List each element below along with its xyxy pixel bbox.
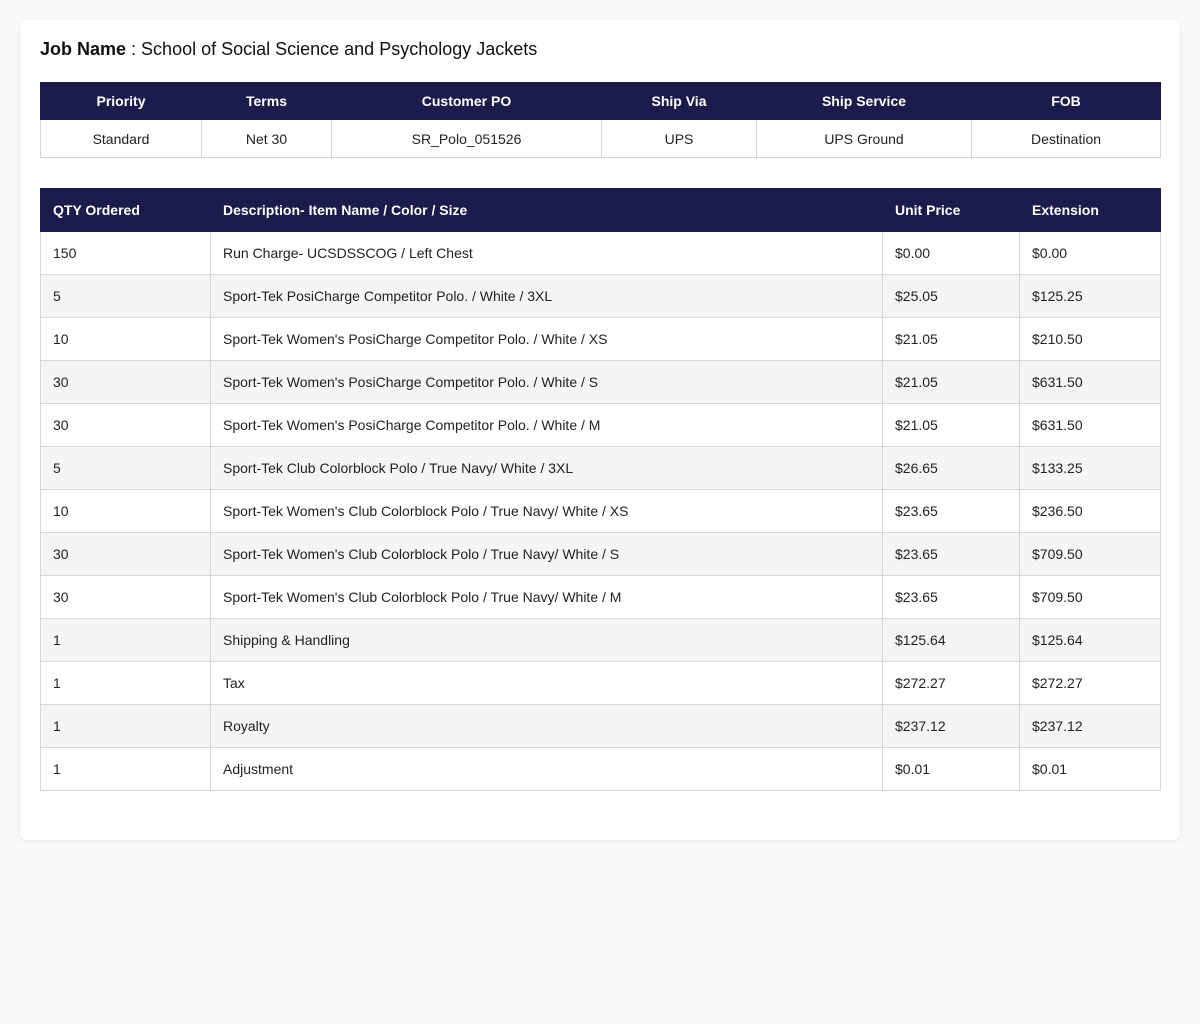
item-unit-price: $0.01 [882,747,1020,791]
item-description: Run Charge- UCSDSSCOG / Left Chest [210,231,883,275]
item-description: Sport-Tek Women's Club Colorblock Polo /… [210,575,883,619]
item-description: Sport-Tek Women's Club Colorblock Polo /… [210,489,883,533]
item-unit-price: $21.05 [882,317,1020,361]
item-extension: $709.50 [1019,575,1161,619]
meta-header-row: Priority Terms Customer PO Ship Via Ship… [40,82,1161,120]
item-unit-price: $25.05 [882,274,1020,318]
item-description: Sport-Tek Women's PosiCharge Competitor … [210,360,883,404]
meta-header-terms: Terms [201,82,332,120]
table-row: 30 Sport-Tek Women's PosiCharge Competito… [40,360,1161,404]
item-unit-price: $23.65 [882,575,1020,619]
items-header-extension: Extension [1019,188,1161,232]
job-name-value: School of Social Science and Psychology … [141,39,538,59]
item-unit-price: $0.00 [882,231,1020,275]
item-description: Royalty [210,704,883,748]
table-row: 30 Sport-Tek Women's PosiCharge Competito… [40,403,1161,447]
item-extension: $272.27 [1019,661,1161,705]
item-description: Sport-Tek Women's PosiCharge Competitor … [210,403,883,447]
item-extension: $210.50 [1019,317,1161,361]
item-extension: $631.50 [1019,360,1161,404]
table-row: 1 Royalty $237.12 $237.12 [40,704,1161,748]
item-unit-price: $21.05 [882,403,1020,447]
item-qty: 1 [40,747,211,791]
table-row: 30 Sport-Tek Women's Club Colorblock Polo… [40,532,1161,576]
order-meta-table: Priority Terms Customer PO Ship Via Ship… [40,82,1161,158]
meta-value-priority: Standard [40,119,202,158]
meta-header-ship-service: Ship Service [756,82,972,120]
item-qty: 30 [40,532,211,576]
item-unit-price: $23.65 [882,532,1020,576]
item-unit-price: $272.27 [882,661,1020,705]
table-row: 1 Shipping & Handling $125.64 $125.64 [40,618,1161,662]
item-extension: $237.12 [1019,704,1161,748]
meta-value-ship-service: UPS Ground [756,119,972,158]
item-qty: 30 [40,360,211,404]
order-card: Job Name : School of Social Science and … [20,20,1180,840]
table-row: 150 Run Charge- UCSDSSCOG / Left Chest $0.… [40,231,1161,275]
item-unit-price: $237.12 [882,704,1020,748]
item-qty: 1 [40,704,211,748]
job-name-label: Job Name [40,39,127,59]
item-unit-price: $125.64 [882,618,1020,662]
table-row: 5 Sport-Tek PosiCharge Competitor Polo. /… [40,274,1161,318]
item-qty: 1 [40,618,211,662]
table-row: 1 Tax $272.27 $272.27 [40,661,1161,705]
table-row: 1 Adjustment $0.01 $0.01 [40,747,1161,791]
item-unit-price: $26.65 [882,446,1020,490]
item-unit-price: $23.65 [882,489,1020,533]
table-row: 30 Sport-Tek Women's Club Colorblock Polo… [40,575,1161,619]
items-header-description: Description- Item Name / Color / Size [210,188,883,232]
items-body: 150 Run Charge- UCSDSSCOG / Left Chest $0.… [40,231,1161,791]
item-description: Sport-Tek Women's Club Colorblock Polo /… [210,532,883,576]
item-extension: $133.25 [1019,446,1161,490]
item-extension: $125.64 [1019,618,1161,662]
item-description: Sport-Tek Women's PosiCharge Competitor … [210,317,883,361]
item-description: Tax [210,661,883,705]
item-unit-price: $21.05 [882,360,1020,404]
item-qty: 5 [40,274,211,318]
meta-value-fob: Destination [971,119,1161,158]
meta-header-ship-via: Ship Via [601,82,757,120]
job-name-line: Job Name : School of Social Science and … [40,38,537,60]
job-name-separator: : [126,39,142,59]
item-description: Shipping & Handling [210,618,883,662]
item-qty: 5 [40,446,211,490]
item-qty: 150 [40,231,211,275]
table-row: 5 Sport-Tek Club Colorblock Polo / True N… [40,446,1161,490]
item-description: Sport-Tek Club Colorblock Polo / True Na… [210,446,883,490]
item-extension: $0.01 [1019,747,1161,791]
item-description: Adjustment [210,747,883,791]
meta-header-fob: FOB [971,82,1161,120]
meta-header-customer-po: Customer PO [331,82,602,120]
item-qty: 10 [40,489,211,533]
item-extension: $125.25 [1019,274,1161,318]
item-qty: 10 [40,317,211,361]
table-row: 10 Sport-Tek Women's Club Colorblock Polo… [40,489,1161,533]
items-header-row: QTY Ordered Description- Item Name / Col… [40,188,1161,232]
item-extension: $709.50 [1019,532,1161,576]
item-description: Sport-Tek PosiCharge Competitor Polo. / … [210,274,883,318]
item-qty: 30 [40,403,211,447]
meta-header-priority: Priority [40,82,202,120]
item-qty: 1 [40,661,211,705]
meta-value-customer-po: SR_Polo_051526 [331,119,602,158]
item-qty: 30 [40,575,211,619]
line-items-table: QTY Ordered Description- Item Name / Col… [40,188,1161,791]
table-row: 10 Sport-Tek Women's PosiCharge Competito… [40,317,1161,361]
item-extension: $0.00 [1019,231,1161,275]
meta-value-terms: Net 30 [201,119,332,158]
item-extension: $631.50 [1019,403,1161,447]
item-extension: $236.50 [1019,489,1161,533]
items-header-unit-price: Unit Price [882,188,1020,232]
items-header-qty: QTY Ordered [40,188,211,232]
meta-value-ship-via: UPS [601,119,757,158]
meta-value-row: Standard Net 30 SR_Polo_051526 UPS UPS G… [40,119,1161,158]
